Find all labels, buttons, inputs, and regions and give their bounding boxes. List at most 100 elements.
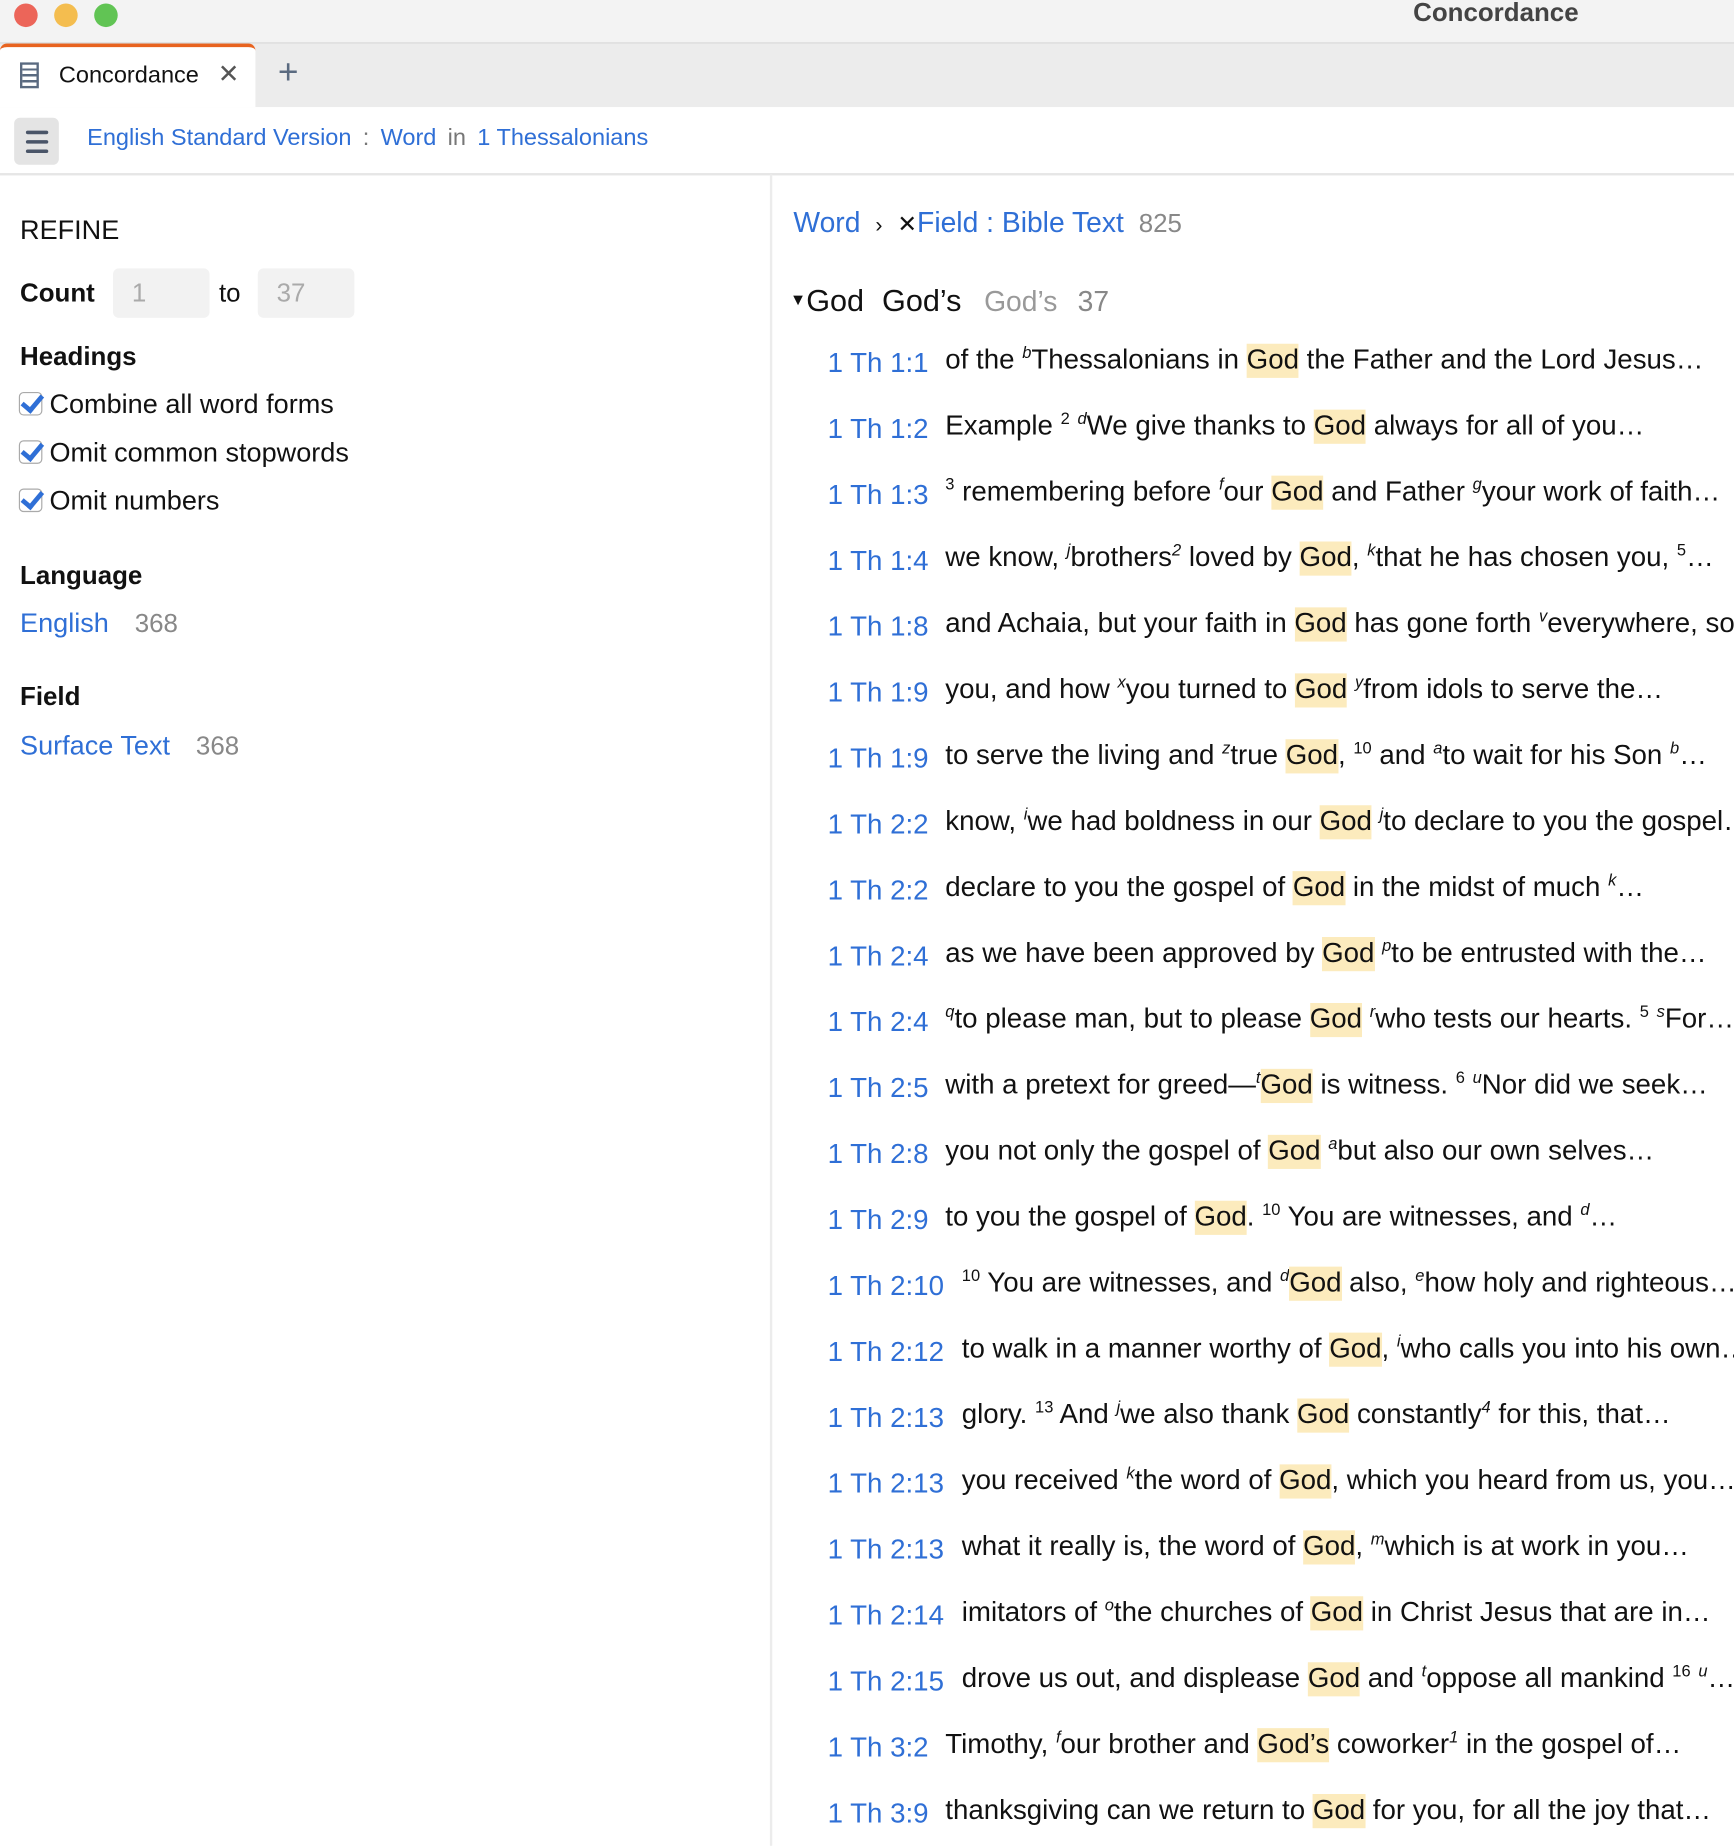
highlighted-match: God	[1292, 871, 1346, 906]
snippet-text: our	[1223, 475, 1272, 507]
verse-reference-link[interactable]: 1 Th 2:10	[828, 1270, 944, 1302]
count-to-input[interactable]: 37	[257, 268, 355, 318]
snippet-text: from idols to serve the…	[1363, 673, 1664, 704]
verse-snippet: you, and how xyou turned to God yfrom id…	[945, 673, 1664, 708]
result-row[interactable]: 1 Th 2:14 imitators of othe churches of G…	[828, 1596, 1734, 1643]
verse-reference-link[interactable]: 1 Th 2:13	[828, 1402, 944, 1434]
omit-numbers-checkbox[interactable]: Omit numbers	[18, 485, 219, 517]
combine-word-forms-checkbox[interactable]: Combine all word forms	[18, 388, 334, 420]
verse-reference-link[interactable]: 1 Th 2:2	[828, 809, 929, 841]
verse-reference-link[interactable]: 1 Th 2:4	[828, 941, 929, 973]
result-row[interactable]: 1 Th 3:2 Timothy, four brother and God’s …	[828, 1728, 1734, 1775]
snippet-text: to serve the living and	[945, 739, 1223, 770]
verse-reference-link[interactable]: 1 Th 1:2	[828, 413, 929, 445]
snippet-text: ,	[1337, 739, 1354, 770]
tab-label: Concordance	[58, 62, 199, 89]
result-row[interactable]: 1 Th 1:8 and Achaia, but your faith in Go…	[828, 607, 1734, 654]
result-row[interactable]: 1 Th 1:9 to serve the living and ztrue Go…	[828, 739, 1734, 786]
language-label: Language	[20, 560, 143, 590]
version-link[interactable]: English Standard Version	[87, 125, 351, 151]
footnote-marker: g	[1472, 475, 1482, 494]
result-row[interactable]: 1 Th 2:2 know, iwe had boldness in our Go…	[828, 805, 1734, 852]
result-row[interactable]: 1 Th 2:13 glory. 13 And jwe also thank Go…	[828, 1398, 1734, 1446]
snippet-text	[1362, 1003, 1370, 1034]
new-tab-button[interactable]: +	[278, 53, 299, 93]
verse-number: 10	[961, 1266, 981, 1285]
snippet-text: brothers	[1070, 541, 1172, 573]
close-window-button[interactable]	[14, 3, 38, 28]
field-crumb-link[interactable]: Field : Bible Text	[917, 207, 1124, 239]
result-row[interactable]: 1 Th 2:10 10 You are witnesses, and dGod …	[828, 1266, 1734, 1314]
field-label: Field	[20, 681, 81, 712]
verse-reference-link[interactable]: 1 Th 3:9	[828, 1798, 929, 1830]
verse-reference-link[interactable]: 1 Th 2:13	[828, 1468, 944, 1500]
highlighted-match: God	[1294, 607, 1347, 642]
zoom-window-button[interactable]	[94, 3, 118, 28]
result-row[interactable]: 1 Th 2:4 qto please man, but to please Go…	[828, 1002, 1734, 1050]
result-row[interactable]: 1 Th 2:2 declare to you the gospel of God…	[828, 871, 1734, 918]
count-from-input[interactable]: 1	[113, 268, 210, 318]
verse-reference-link[interactable]: 1 Th 2:14	[828, 1600, 944, 1632]
result-row[interactable]: 1 Th 2:13 what it really is, the word of …	[828, 1530, 1734, 1577]
result-row[interactable]: 1 Th 2:9 to you the gospel of God. 10 You…	[828, 1200, 1734, 1248]
menu-button[interactable]	[14, 117, 59, 165]
triangle-down-icon[interactable]: ▼	[790, 290, 806, 309]
snippet-text: how holy and righteous…	[1424, 1266, 1734, 1298]
verse-reference-link[interactable]: 1 Th 2:5	[828, 1072, 929, 1104]
minimize-window-button[interactable]	[54, 3, 78, 28]
word-group-header[interactable]: ▼God God’s God’s 37	[790, 283, 1109, 319]
panel-divider[interactable]	[769, 174, 773, 1846]
verse-reference-link[interactable]: 1 Th 2:4	[828, 1007, 929, 1039]
result-row[interactable]: 1 Th 2:8 you not only the gospel of God a…	[828, 1134, 1734, 1182]
verse-reference-link[interactable]: 1 Th 1:9	[828, 743, 929, 775]
verse-snippet: as we have been approved by God pto be e…	[945, 937, 1707, 972]
verse-reference-link[interactable]: 1 Th 2:8	[828, 1138, 929, 1170]
tab-concordance[interactable]: Concordance ✕	[0, 43, 256, 108]
snippet-text: remembering before	[954, 475, 1219, 507]
verse-reference-link[interactable]: 1 Th 1:8	[828, 611, 929, 643]
title-bar: Concordance	[0, 0, 1734, 44]
verse-reference-link[interactable]: 1 Th 2:2	[828, 875, 929, 907]
verse-reference-link[interactable]: 1 Th 1:3	[828, 479, 929, 511]
result-row[interactable]: 1 Th 1:4 we know, jbrothers2 loved by God…	[828, 541, 1734, 589]
field-surface-text-link[interactable]: Surface Text	[20, 730, 170, 761]
verse-reference-link[interactable]: 1 Th 1:9	[828, 677, 929, 709]
field-link[interactable]: Word	[381, 125, 437, 151]
result-row[interactable]: 1 Th 1:9 you, and how xyou turned to God …	[828, 673, 1734, 720]
language-english-link[interactable]: English	[20, 607, 109, 638]
highlighted-match: God	[1246, 343, 1299, 378]
omit-stopwords-checkbox[interactable]: Omit common stopwords	[18, 436, 349, 469]
verse-reference-link[interactable]: 1 Th 2:12	[828, 1336, 944, 1368]
snippet-text: , which you heard from us, you…	[1331, 1464, 1734, 1496]
snippet-text: which is at work in you…	[1384, 1530, 1689, 1561]
verse-reference-link[interactable]: 1 Th 2:15	[828, 1666, 944, 1698]
verse-reference-link[interactable]: 1 Th 3:2	[828, 1732, 929, 1764]
verse-reference-link[interactable]: 1 Th 2:13	[828, 1534, 944, 1566]
result-row[interactable]: 1 Th 2:12 to walk in a manner worthy of G…	[828, 1332, 1734, 1380]
book-link[interactable]: 1 Thessalonians	[477, 125, 648, 151]
verse-reference-link[interactable]: 1 Th 1:1	[828, 347, 929, 379]
option-label: Combine all word forms	[49, 388, 334, 420]
result-row[interactable]: 1 Th 2:5 with a pretext for greed—tGod is…	[828, 1068, 1734, 1116]
highlighted-match: God	[1296, 1398, 1350, 1433]
word-crumb-link[interactable]: Word	[793, 207, 860, 239]
language-count: 368	[134, 608, 178, 639]
snippet-text: in the midst of much	[1345, 871, 1609, 902]
close-tab-icon[interactable]: ✕	[218, 59, 240, 90]
result-row[interactable]: 1 Th 1:3 3 remembering before four God an…	[828, 475, 1734, 523]
result-row[interactable]: 1 Th 1:1 of the bThessalonians in God the…	[828, 343, 1734, 391]
result-row[interactable]: 1 Th 3:9 thanksgiving can we return to Go…	[828, 1794, 1734, 1841]
remove-filter-icon[interactable]: ✕	[897, 212, 917, 238]
result-row[interactable]: 1 Th 1:2 Example 2 dWe give thanks to God…	[828, 409, 1734, 457]
result-row[interactable]: 1 Th 2:13 you received kthe word of God, …	[828, 1464, 1734, 1511]
snippet-text	[1691, 1662, 1699, 1693]
field-count: 368	[195, 731, 240, 761]
result-row[interactable]: 1 Th 2:15 drove us out, and displease God…	[828, 1662, 1734, 1709]
verse-snippet: 10 You are witnesses, and dGod also, eho…	[961, 1266, 1734, 1301]
result-row[interactable]: 1 Th 2:4 as we have been approved by God …	[828, 937, 1734, 984]
verse-snippet: Example 2 dWe give thanks to God always …	[945, 409, 1644, 444]
snippet-text: as we have been approved by	[945, 937, 1323, 968]
verse-reference-link[interactable]: 1 Th 1:4	[828, 545, 929, 577]
option-label: Omit common stopwords	[49, 436, 349, 468]
verse-reference-link[interactable]: 1 Th 2:9	[828, 1204, 929, 1236]
